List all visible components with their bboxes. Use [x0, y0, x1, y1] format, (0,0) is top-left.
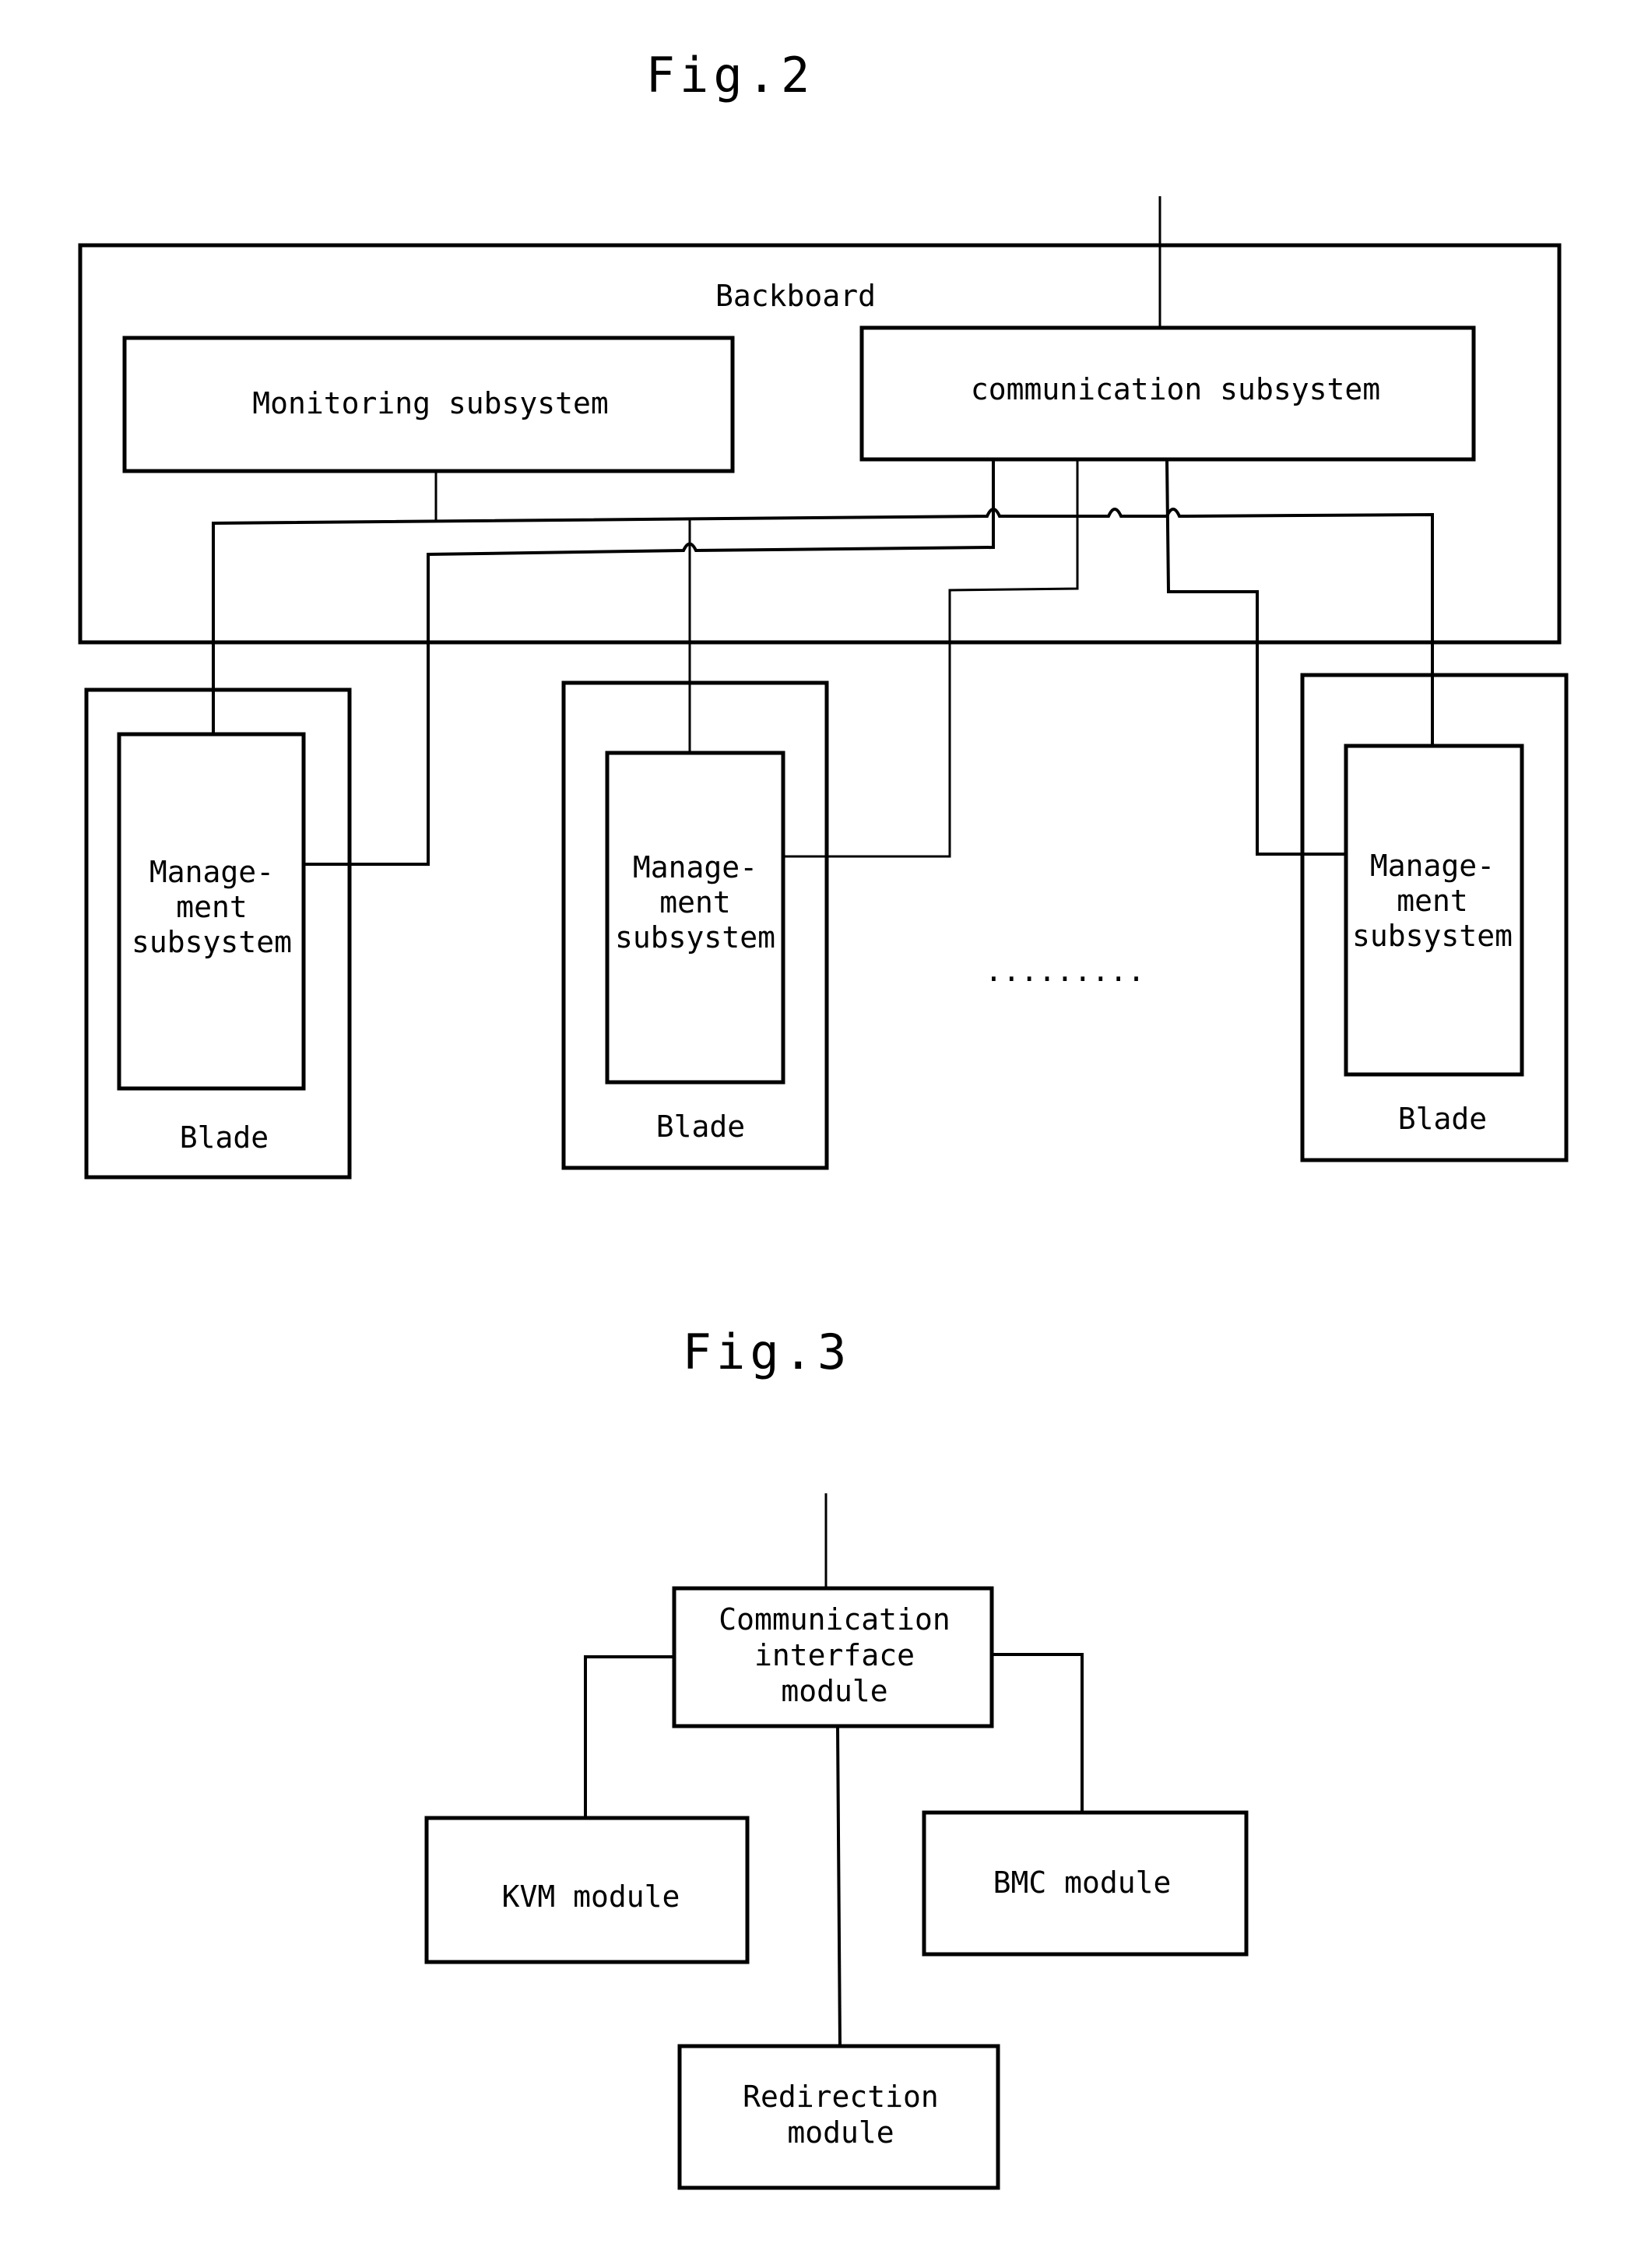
mgmt-label-line2: ment: [1397, 884, 1468, 918]
mgmt-label-line3: subsystem: [1352, 919, 1513, 953]
monitoring-subsystem-label: Monitoring subsystem: [252, 386, 609, 420]
cim-redirection-link: [836, 1725, 842, 2047]
redirection-label-line2: module: [787, 2115, 894, 2150]
mgmt-label-line1: Manage-: [149, 855, 274, 889]
mgmt-label-line3: subsystem: [132, 925, 292, 959]
monitoring-bus: [212, 471, 1434, 753]
blade-2: Manage- ment subsystem Blade: [561, 680, 829, 1170]
fig2: Fig.2 Backboard Monitoring subsystem com…: [78, 47, 1569, 1180]
patent-figures: Fig.2 Backboard Monitoring subsystem com…: [78, 47, 1569, 2190]
cim-kvm-link: [584, 1655, 674, 1818]
backboard-label: Backboard: [715, 279, 876, 313]
redirection-label-line1: Redirection: [743, 2080, 939, 2114]
fig2-title: Fig.2: [646, 47, 815, 104]
kvm-module-label: KVM module: [502, 1879, 680, 1914]
blade-3: Manage- ment subsystem Blade: [1300, 673, 1569, 1162]
monitoring-subsystem: Monitoring subsystem: [122, 336, 735, 473]
blade-label: Blade: [180, 1120, 269, 1155]
cim-label-line1: Communication: [719, 1602, 950, 1637]
mgmt-label-line2: ment: [176, 890, 248, 924]
fig3-title: Fig.3: [683, 1324, 852, 1380]
cim-bmc-link: [992, 1653, 1084, 1813]
bmc-module: BMC module: [922, 1810, 1249, 1957]
fig3: Fig.3 Communication interface module KVM…: [424, 1324, 1249, 2190]
communication-subsystem: communication subsystem: [859, 325, 1476, 462]
mgmt-label-line2: ment: [659, 885, 731, 920]
mgmt-label-line1: Manage-: [1370, 849, 1495, 883]
blade-label: Blade: [656, 1109, 745, 1144]
bmc-module-label: BMC module: [993, 1865, 1172, 1900]
cim-label-line2: interface: [754, 1638, 915, 1672]
communication-interface-module: Communication interface module: [672, 1586, 994, 1728]
cim-label-line3: module: [781, 1674, 887, 1708]
blade-1: Manage- ment subsystem Blade: [84, 687, 352, 1180]
mgmt-label-line1: Manage-: [633, 850, 757, 884]
blade-label: Blade: [1398, 1102, 1487, 1136]
communication-subsystem-label: communication subsystem: [971, 372, 1380, 406]
mgmt-label-line3: subsystem: [615, 920, 775, 955]
more-blades-ellipsis: .........: [985, 954, 1145, 988]
kvm-module: KVM module: [424, 1816, 750, 1964]
redirection-module: Redirection module: [677, 2044, 1000, 2190]
